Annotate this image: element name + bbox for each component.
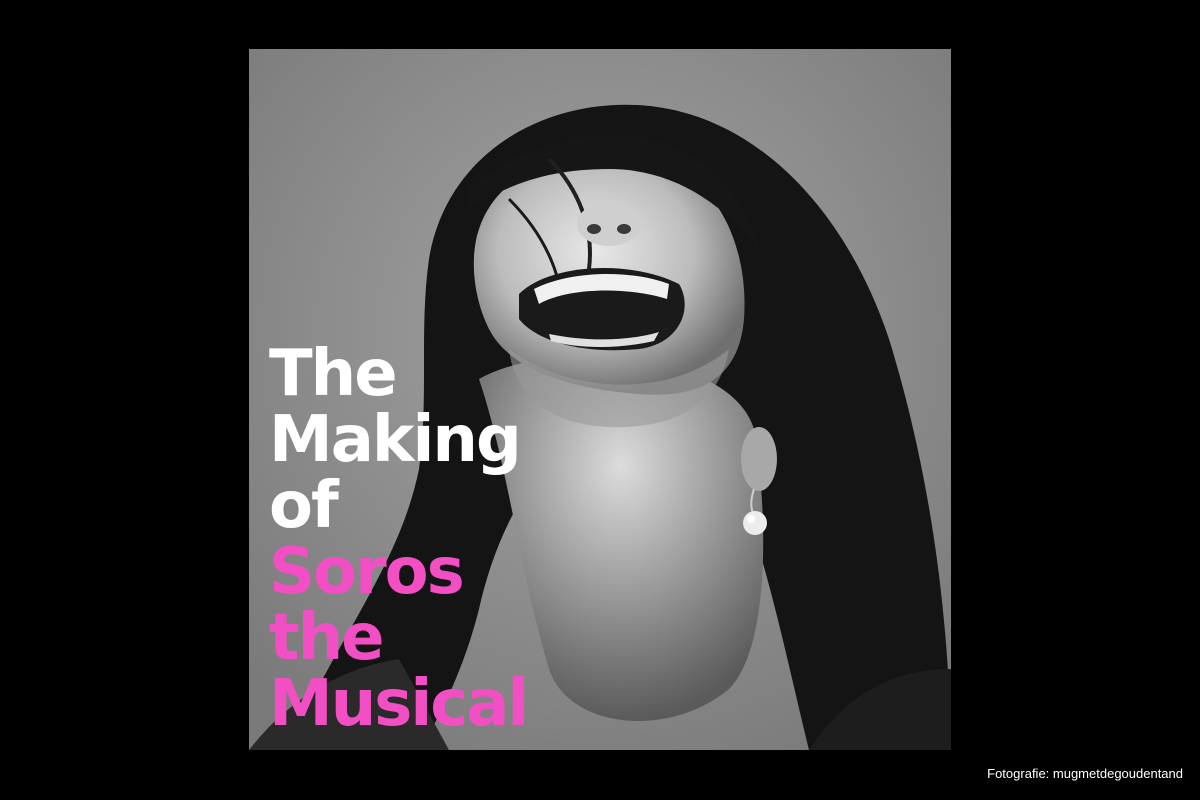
title-line-the-2: the	[269, 601, 385, 675]
poster-image: The Making of Soros the Musical	[249, 49, 951, 750]
title-line-the: The	[269, 337, 398, 411]
page: The Making of Soros the Musical Fotograf…	[0, 0, 1200, 800]
poster-title: The Making of Soros the Musical	[269, 337, 529, 741]
title-line-making: Making	[269, 403, 522, 477]
photo-credit: Fotografie: mugmetdegoudentand	[987, 766, 1183, 781]
title-line-musical: Musical	[269, 667, 529, 741]
title-line-of: of	[269, 469, 339, 543]
title-line-soros: Soros	[269, 535, 465, 609]
